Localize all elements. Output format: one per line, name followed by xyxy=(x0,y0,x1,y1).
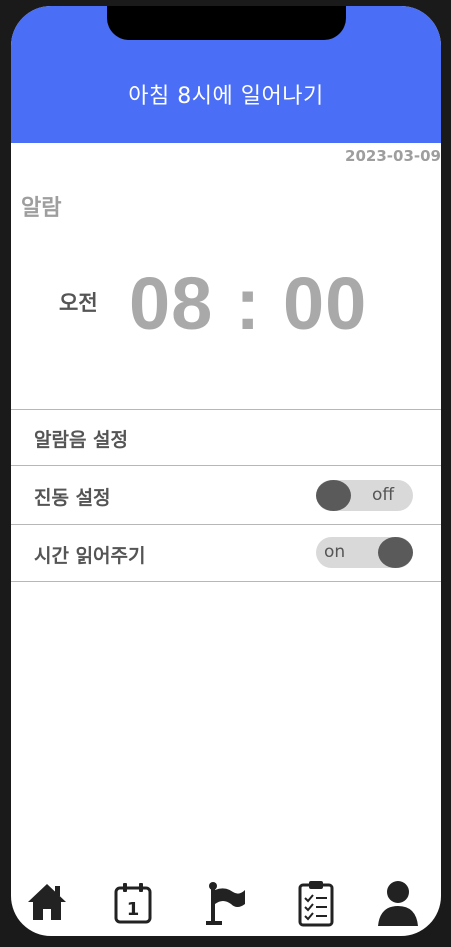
flag-icon xyxy=(206,882,245,925)
toggle-knob xyxy=(378,537,413,568)
toggle-state-label: off xyxy=(372,485,395,505)
alarm-minute[interactable]: 00 xyxy=(283,262,367,345)
setting-row-vibration: 진동 설정 off xyxy=(11,465,441,525)
time-separator: : xyxy=(235,262,261,345)
tab-profile[interactable] xyxy=(376,876,420,928)
phone-screen: 아침 8시에 일어나기 2023-03-09 알람 오전 08:00 알람음 설… xyxy=(11,6,441,936)
alarm-hour[interactable]: 08 xyxy=(129,262,213,345)
toggle-knob xyxy=(316,480,351,511)
setting-label-vibration: 진동 설정 xyxy=(34,487,111,509)
setting-label-read-time: 시간 읽어주기 xyxy=(34,545,146,567)
checklist-icon xyxy=(298,881,334,927)
page-title: 아침 8시에 일어나기 xyxy=(128,84,324,109)
read-time-toggle[interactable]: on xyxy=(316,537,413,568)
profile-icon xyxy=(378,881,418,926)
device-notch xyxy=(107,6,346,40)
alarm-time[interactable]: 08:00 xyxy=(129,261,367,346)
home-icon xyxy=(28,884,66,920)
bottom-tab-bar: 1 xyxy=(11,866,441,936)
ampm-label[interactable]: 오전 xyxy=(59,287,98,317)
calendar-day: 1 xyxy=(127,899,140,920)
setting-row-read-time: 시간 읽어주기 on xyxy=(11,524,441,582)
tab-checklist[interactable] xyxy=(295,876,339,928)
alarm-date: 2023-03-09 xyxy=(345,147,441,165)
setting-row-sound[interactable]: 알람음 설정 xyxy=(11,409,441,465)
calendar-icon: 1 xyxy=(114,883,152,924)
section-label-alarm: 알람 xyxy=(21,196,62,221)
tab-calendar[interactable]: 1 xyxy=(111,876,155,928)
tab-goal[interactable] xyxy=(203,876,247,928)
divider xyxy=(11,581,441,582)
tab-home[interactable] xyxy=(25,876,69,928)
vibration-toggle[interactable]: off xyxy=(316,480,413,511)
toggle-state-label: on xyxy=(324,542,346,562)
setting-label-sound: 알람음 설정 xyxy=(34,429,129,451)
